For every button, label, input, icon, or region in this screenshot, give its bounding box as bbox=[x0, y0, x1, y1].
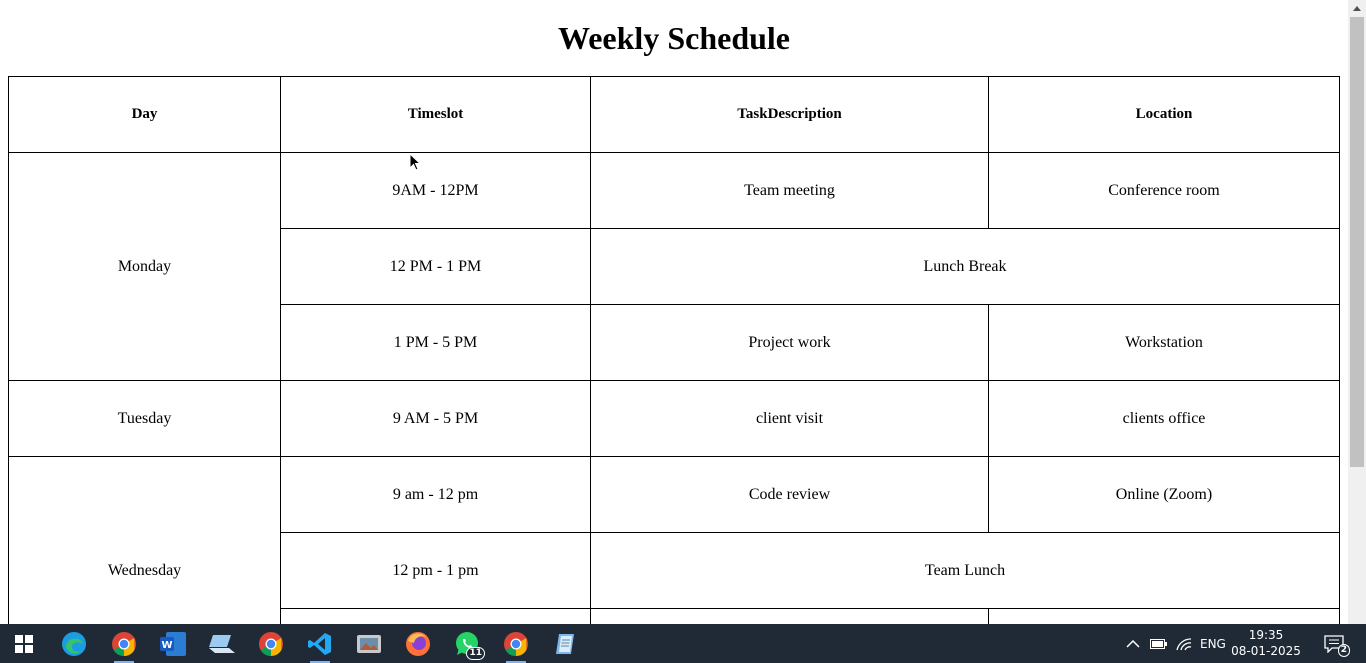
language-indicator[interactable]: ENG bbox=[1200, 624, 1226, 663]
schedule-table: Day Timeslot TaskDescription Location Mo… bbox=[8, 76, 1340, 624]
header-timeslot: Timeslot bbox=[280, 76, 591, 153]
vscode-icon[interactable] bbox=[304, 628, 336, 663]
scrollbar-thumb[interactable] bbox=[1350, 17, 1364, 467]
timeslot-cell: 1 PM - 5 PM bbox=[280, 304, 591, 381]
svg-text:W: W bbox=[161, 640, 172, 651]
browser-viewport: Weekly Schedule Day Timeslot TaskDescrip… bbox=[0, 0, 1348, 624]
timeslot-cell: 12 PM - 1 PM bbox=[280, 228, 591, 305]
table-header-row: Day Timeslot TaskDescription Location bbox=[8, 76, 1340, 153]
merged-task-cell: Team Lunch bbox=[590, 532, 1340, 609]
notification-count-badge: 2 bbox=[1337, 644, 1350, 657]
table-row: Wednesday 9 am - 12 pm Code review Onlin… bbox=[8, 456, 1340, 624]
timeslot-cell: 12 pm - 1 pm bbox=[280, 532, 591, 609]
day-cell-monday: Monday bbox=[8, 152, 281, 381]
battery-icon[interactable] bbox=[1150, 624, 1168, 663]
timeslot-cell: 9AM - 12PM bbox=[280, 152, 591, 229]
day-cell-tuesday: Tuesday bbox=[8, 380, 281, 457]
clock-time: 19:35 bbox=[1248, 628, 1284, 642]
task-cell bbox=[590, 608, 989, 624]
vertical-scrollbar[interactable] bbox=[1348, 0, 1366, 624]
wifi-icon[interactable] bbox=[1176, 624, 1192, 663]
header-location: Location bbox=[988, 76, 1340, 153]
chrome-icon[interactable] bbox=[500, 628, 532, 663]
firefox-icon[interactable] bbox=[402, 628, 434, 660]
whatsapp-icon[interactable]: 11 bbox=[451, 628, 485, 660]
header-task-description: TaskDescription bbox=[590, 76, 989, 153]
chrome-icon[interactable] bbox=[255, 628, 287, 660]
task-cell: Team meeting bbox=[590, 152, 989, 229]
word-icon[interactable]: W bbox=[157, 628, 189, 660]
task-cell: Project work bbox=[590, 304, 989, 381]
header-day: Day bbox=[8, 76, 281, 153]
clock-date: 08-01-2025 bbox=[1231, 644, 1301, 658]
day-cell-wednesday: Wednesday bbox=[8, 456, 281, 624]
whatsapp-badge: 11 bbox=[466, 647, 485, 660]
scroll-up-arrow-icon[interactable] bbox=[1348, 0, 1366, 17]
notification-center-icon[interactable]: 2 bbox=[1324, 624, 1350, 663]
merged-task-cell: Lunch Break bbox=[590, 228, 1340, 305]
windows-start-icon[interactable] bbox=[8, 628, 40, 660]
file-explorer-icon[interactable] bbox=[206, 628, 238, 660]
page-title: Weekly Schedule bbox=[557, 20, 790, 56]
notepad-icon[interactable] bbox=[549, 628, 581, 660]
task-cell: client visit bbox=[590, 380, 989, 457]
table-row: Monday 9AM - 12PM Team meeting Conferenc… bbox=[8, 152, 1340, 381]
location-cell bbox=[988, 608, 1340, 624]
task-cell: Code review bbox=[590, 456, 989, 533]
mouse-cursor-icon bbox=[409, 153, 421, 171]
taskbar-clock[interactable]: 19:35 08-01-2025 bbox=[1226, 627, 1306, 659]
edge-icon[interactable] bbox=[58, 628, 90, 660]
location-cell: clients office bbox=[988, 380, 1340, 457]
timeslot-cell: 9 AM - 5 PM bbox=[280, 380, 591, 457]
timeslot-cell: 9 am - 12 pm bbox=[280, 456, 591, 533]
table-row: Tuesday 9 AM - 5 PM client visit clients… bbox=[8, 380, 1340, 457]
taskbar: W 11 ENG 19:35 08-01-2025 2 bbox=[0, 624, 1366, 663]
location-cell: Online (Zoom) bbox=[988, 456, 1340, 533]
show-hidden-icons-chevron-icon[interactable] bbox=[1126, 624, 1140, 663]
photos-icon[interactable] bbox=[353, 628, 385, 660]
location-cell: Conference room bbox=[988, 152, 1340, 229]
location-cell: Workstation bbox=[988, 304, 1340, 381]
chrome-icon[interactable] bbox=[108, 628, 140, 663]
timeslot-cell bbox=[280, 608, 591, 624]
